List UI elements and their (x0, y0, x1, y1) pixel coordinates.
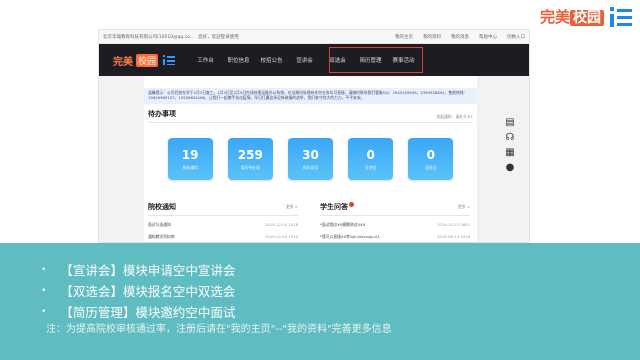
section-title: 院校通知 (148, 203, 176, 211)
chat-icon[interactable]: ● (505, 163, 515, 173)
welcome-text: 您好，欢迎登录使用 (198, 34, 239, 40)
list-item[interactable]: *面试我应XX模糊测试XXX 2019-10-21 0801 (320, 222, 470, 228)
more-link[interactable]: 更多 > (458, 204, 470, 210)
top-link-profile[interactable]: 我的资料 (423, 34, 441, 40)
more-link[interactable]: 更多 > (286, 204, 298, 210)
todo-title: 待办事项 (148, 110, 176, 118)
top-link-home[interactable]: 我的主页 (395, 34, 413, 40)
list-item: • 【双选会】模块报名空中双选会 (41, 281, 235, 302)
top-bar: 北京华瑞教育科技有限公司(10010@qq.co... 您好，欢迎登录使用 我的… (99, 30, 529, 44)
card-system-notice[interactable]: 19 系统通知 (167, 138, 213, 180)
todo-cards: 19 系统通知 259 简历待处理 30 预约面试 0 宣讲会 0 双选会 (144, 138, 477, 180)
divider (320, 215, 470, 216)
company-name: 北京华瑞教育科技有限公司(10010@qq.co... (103, 34, 195, 40)
nav-item-presentation[interactable]: 宣讲会 (288, 56, 321, 64)
notice-link[interactable]: 发起通知：请补大卡1 (436, 114, 473, 120)
section-title: 学生问答 (320, 202, 470, 212)
student-qa-section: 学生问答 更多 > *面试我应XX模糊测试XXX 2019-10-21 0801 … (320, 202, 470, 240)
badge-dot (349, 202, 354, 207)
list-item[interactable]: *我可以直接XX考lxjin/xkxxxjp-01 2019-06-14 1918 (320, 234, 470, 240)
qrcode-icon[interactable]: ▦ (505, 148, 515, 158)
notice-banner: 温馨提示：公司目前在学于2月3日复工，2月3日至2月5日在线处理运维办公系统，在… (144, 88, 477, 104)
nav-item-announcements[interactable]: 校招公告 (255, 56, 288, 64)
dashboard-content: 温馨提示：公司目前在学于2月3日复工，2月3日至2月5日在线处理运维办公系统，在… (144, 76, 477, 242)
main-nav: 完美 校园 工作台 职位信息 校招公告 宣讲会 双选会 简历管理 赛事活动 (99, 44, 529, 76)
school-notice-section: 院校通知 更多 > 面试与选通知 2019-12-04 2018 通知教学资料库 2… (148, 202, 298, 240)
embedded-screenshot: 北京华瑞教育科技有限公司(10010@qq.co... 您好，欢迎登录使用 我的… (98, 29, 530, 243)
list-item: • 【宣讲会】模块申请空中宣讲会 (41, 260, 235, 281)
list-item[interactable]: 通知教学资料库 2019-12-04 1540 (148, 234, 298, 240)
brand-logo: 完美 校园 (540, 6, 632, 27)
divider (148, 122, 473, 123)
feature-list: • 【宣讲会】模块申请空中宣讲会 • 【双选会】模块报名空中双选会 • 【简历管理】模… (41, 260, 235, 323)
nav-highlight-box (329, 47, 423, 73)
card-job-fair[interactable]: 0 双选会 (408, 138, 454, 180)
list-item[interactable]: 面试与选通知 2019-12-04 2018 (148, 222, 298, 228)
bullet-icon: • (41, 265, 47, 275)
side-toolbar: ▤ ☊ ▦ ● (505, 118, 515, 173)
top-link-help[interactable]: 帮助中心 (479, 34, 497, 40)
nav-item-workbench[interactable]: 工作台 (189, 56, 222, 64)
footnote: 注：为提高院校审核通过率，注册后请在"我的主页"--"我的资料"完善更多信息 (46, 324, 392, 335)
card-presentation[interactable]: 0 宣讲会 (348, 138, 394, 180)
divider (148, 215, 298, 216)
card-resumes[interactable]: 259 简历待处理 (227, 138, 273, 180)
nav-logo[interactable]: 完美 校园 (113, 53, 176, 68)
document-icon[interactable]: ▤ (505, 118, 515, 128)
card-interviews[interactable]: 30 预约面试 (287, 138, 333, 180)
top-link-messages[interactable]: 我的消息 (451, 34, 469, 40)
brand-text: 完美 校园 (540, 6, 604, 27)
brand-mark-icon (610, 6, 632, 27)
nav-logo-icon (163, 55, 176, 65)
info-band: • 【宣讲会】模块申请空中宣讲会 • 【双选会】模块报名空中双选会 • 【简历管理】模… (0, 243, 640, 360)
top-link-switch[interactable]: 切换入口 (507, 34, 525, 40)
nav-item-jobs[interactable]: 职位信息 (222, 56, 255, 64)
bullet-icon: • (41, 286, 47, 296)
headset-icon[interactable]: ☊ (505, 133, 515, 143)
